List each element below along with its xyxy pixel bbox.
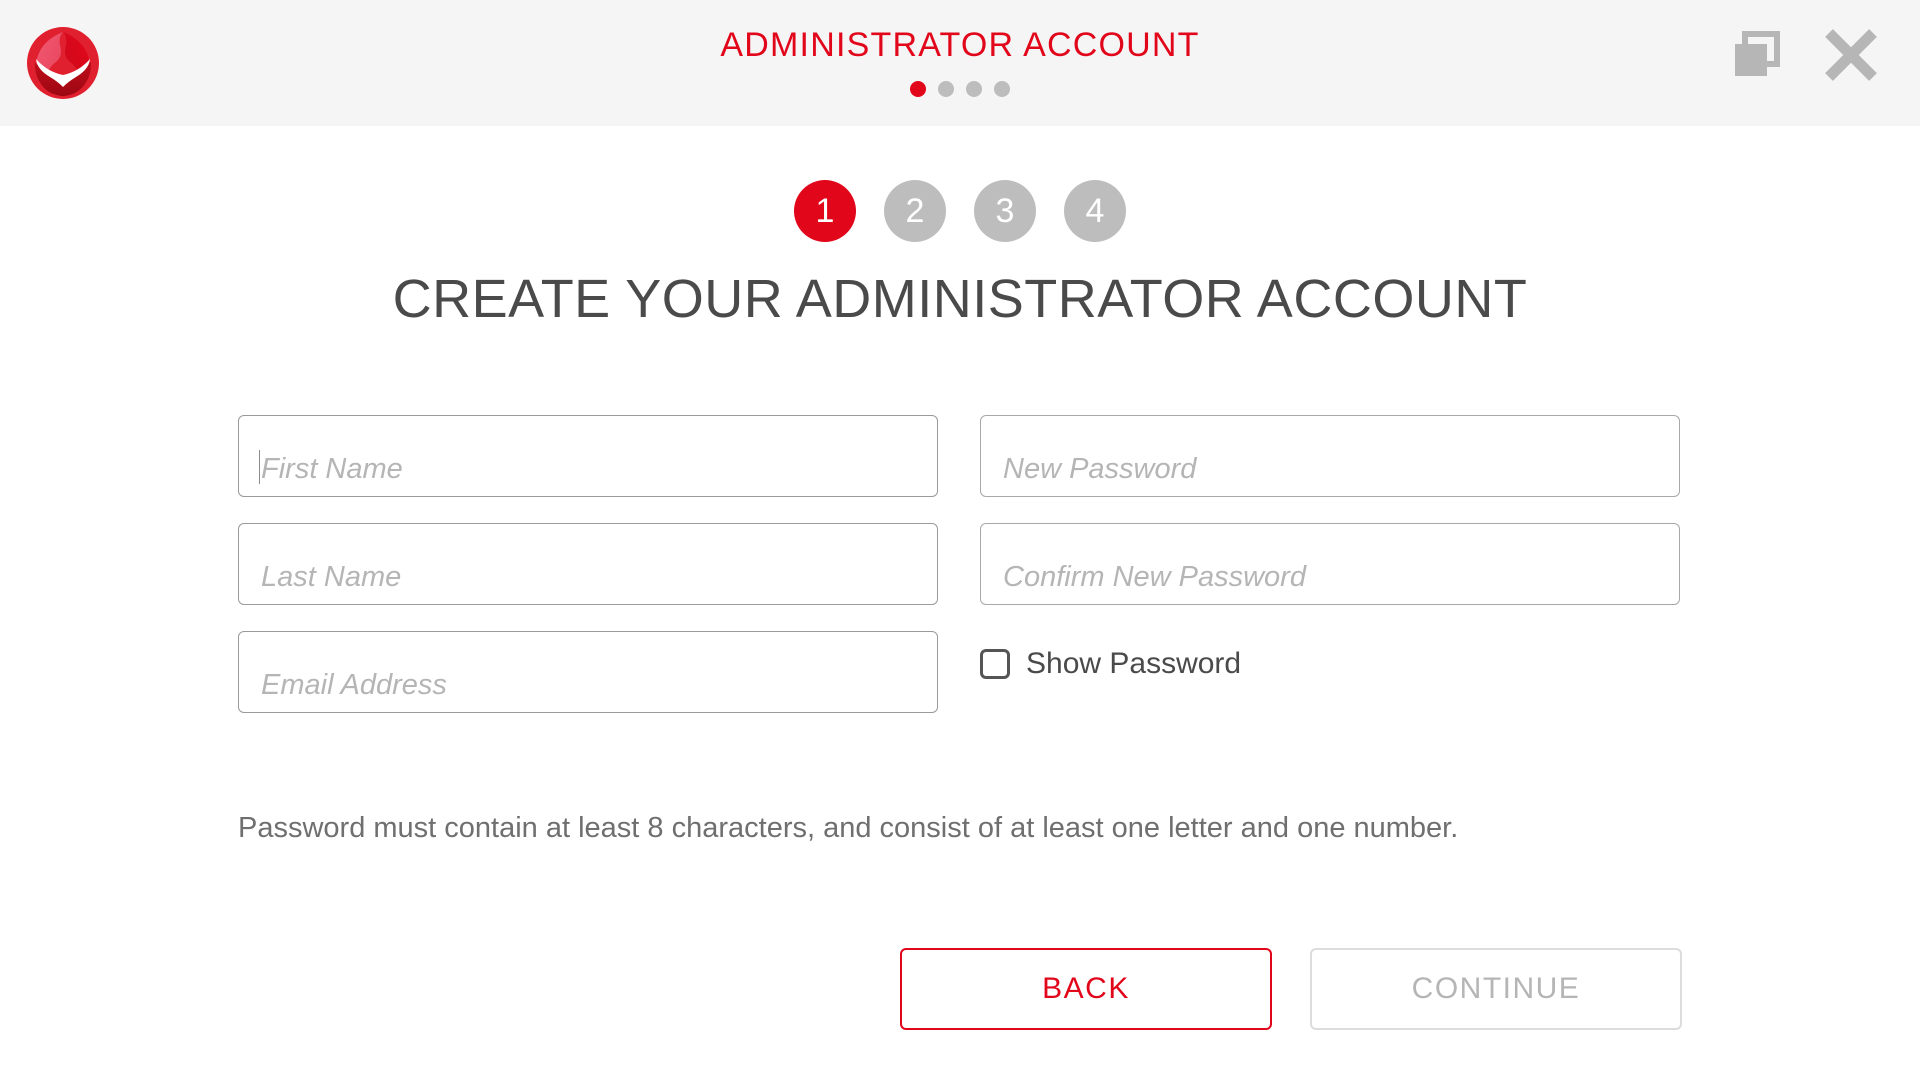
email-field[interactable]: Email Address: [238, 631, 938, 713]
window-title: ADMINISTRATOR ACCOUNT: [0, 0, 1920, 65]
step-3[interactable]: 3: [974, 180, 1036, 242]
form-actions: BACK CONTINUE: [0, 948, 1920, 1030]
new-password-placeholder: New Password: [1003, 453, 1196, 486]
email-placeholder: Email Address: [261, 669, 447, 702]
carousel-dot-2[interactable]: [938, 81, 954, 97]
new-password-field[interactable]: New Password: [980, 415, 1680, 497]
confirm-password-field[interactable]: Confirm New Password: [980, 523, 1680, 605]
continue-button[interactable]: CONTINUE: [1310, 948, 1682, 1030]
form-grid: First Name New Password Last Name Confir…: [238, 415, 1688, 713]
step-3-label: 3: [996, 192, 1015, 231]
santander-flame-logo-icon: [26, 26, 100, 100]
password-requirements-text: Password must contain at least 8 charact…: [238, 812, 1458, 845]
step-2[interactable]: 2: [884, 180, 946, 242]
show-password-checkbox[interactable]: [980, 649, 1010, 679]
show-password-label: Show Password: [1026, 647, 1241, 681]
restore-window-button[interactable]: [1730, 28, 1784, 82]
last-name-placeholder: Last Name: [261, 561, 401, 594]
back-button[interactable]: BACK: [900, 948, 1272, 1030]
carousel-dot-4[interactable]: [994, 81, 1010, 97]
carousel-dot-1[interactable]: [910, 81, 926, 97]
step-2-label: 2: [906, 192, 925, 231]
last-name-field[interactable]: Last Name: [238, 523, 938, 605]
step-indicator: 1 2 3 4: [0, 180, 1920, 242]
carousel-dots: [0, 81, 1920, 97]
title-bar: ADMINISTRATOR ACCOUNT: [0, 0, 1920, 126]
account-form: First Name New Password Last Name Confir…: [238, 415, 1688, 713]
restore-window-icon: [1730, 70, 1784, 85]
confirm-password-placeholder: Confirm New Password: [1003, 561, 1306, 594]
close-icon: [1822, 72, 1880, 87]
show-password-row[interactable]: Show Password: [980, 623, 1680, 705]
window-controls: [1730, 26, 1880, 84]
close-button[interactable]: [1822, 26, 1880, 84]
first-name-field[interactable]: First Name: [238, 415, 938, 497]
page-title: CREATE YOUR ADMINISTRATOR ACCOUNT: [0, 268, 1920, 330]
step-4[interactable]: 4: [1064, 180, 1126, 242]
step-4-label: 4: [1086, 192, 1105, 231]
step-1[interactable]: 1: [794, 180, 856, 242]
first-name-placeholder: First Name: [261, 453, 403, 486]
step-1-label: 1: [816, 192, 835, 231]
text-caret: [259, 450, 260, 484]
title-block: ADMINISTRATOR ACCOUNT: [0, 0, 1920, 97]
carousel-dot-3[interactable]: [966, 81, 982, 97]
